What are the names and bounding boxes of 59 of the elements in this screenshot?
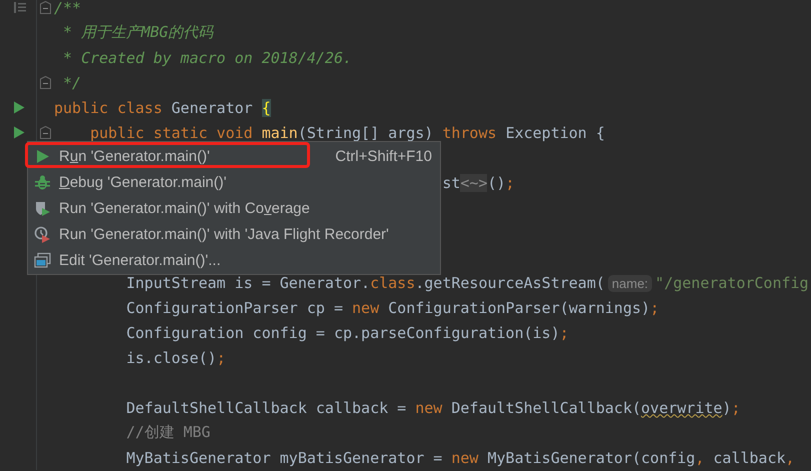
- code-text: InputStream is = Generator.: [126, 274, 370, 292]
- fold-icon[interactable]: [40, 1, 51, 14]
- code-text: ): [722, 398, 732, 416]
- menu-item[interactable]: Debug 'Generator.main()': [28, 169, 440, 195]
- keyword: ;: [650, 298, 660, 316]
- folded-code: <~>: [460, 174, 488, 192]
- clock-run-icon: [34, 226, 51, 242]
- menu-item[interactable]: Run 'Generator.main()' with 'Java Flight Recorder': [28, 221, 440, 247]
- code-text: ConfigurationParser(warnings): [388, 298, 650, 316]
- keyword: public static void: [90, 124, 254, 142]
- run-icon[interactable]: [13, 126, 25, 139]
- code-text: MyBatisGenerator(config: [487, 448, 696, 466]
- code-text: is.close(): [126, 348, 217, 366]
- keyword: public class: [54, 98, 164, 116]
- code-text: ConfigurationParser cp =: [126, 298, 344, 316]
- warning-text: overwrite: [641, 398, 722, 416]
- shield-run-icon: [34, 200, 51, 216]
- code-text: DefaultShellCallback(: [451, 398, 642, 416]
- keyword: class: [370, 274, 416, 292]
- keyword: new: [451, 448, 480, 466]
- menu-item[interactable]: Run 'Generator.main()' with Coverage: [28, 195, 440, 221]
- keyword: ;: [506, 174, 515, 192]
- doc-comment: /**: [54, 0, 82, 16]
- keyword: ;: [731, 398, 740, 416]
- keyword: ;: [560, 324, 569, 342]
- fold-icon[interactable]: [40, 126, 51, 139]
- keyword: ,: [695, 448, 706, 466]
- window-icon: [34, 252, 51, 268]
- code-text: Configuration config = cp.parseConfiguration(is): [126, 324, 560, 342]
- keyword: ;: [216, 348, 226, 366]
- doc-comment: * 用于生产MBG的代码: [63, 23, 214, 41]
- string-literal: "/generatorConfig: [655, 274, 809, 292]
- line-comment: //创建 MBG: [126, 423, 210, 441]
- code-text: st: [442, 174, 460, 192]
- code-text: Generator: [171, 98, 254, 116]
- parameter-hint: name:: [608, 274, 652, 292]
- method-name: main: [262, 124, 298, 142]
- code-text: MyBatisGenerator myBatisGenerator =: [126, 448, 444, 466]
- code-text: (String[] args): [298, 124, 434, 142]
- code-text: .getResourceAsStream(: [415, 274, 605, 292]
- keyword: new: [352, 298, 380, 316]
- brace: {: [262, 98, 271, 116]
- doc-comment: * Created by macro on 2018/4/26.: [63, 48, 352, 66]
- keyword: new: [415, 398, 444, 416]
- code-text: DefaultShellCallback callback =: [126, 398, 408, 416]
- structure-icon[interactable]: [14, 2, 26, 13]
- menu-item[interactable]: Edit 'Generator.main()'...: [28, 247, 440, 273]
- bug-icon: [34, 174, 51, 190]
- menu-item[interactable]: Run 'Generator.main()' Ctrl+Shift+F10: [28, 143, 440, 169]
- run-icon: [34, 148, 51, 164]
- run-icon[interactable]: [13, 101, 25, 114]
- keyword: throws: [442, 124, 498, 142]
- keyword: ,: [786, 448, 795, 466]
- doc-comment: */: [63, 74, 82, 92]
- code-text: Exception {: [506, 124, 605, 142]
- fold-icon[interactable]: [40, 76, 51, 89]
- code-text: (): [487, 174, 506, 192]
- shortcut-text: Ctrl+Shift+F10: [335, 148, 432, 164]
- code-text: callback: [713, 448, 786, 466]
